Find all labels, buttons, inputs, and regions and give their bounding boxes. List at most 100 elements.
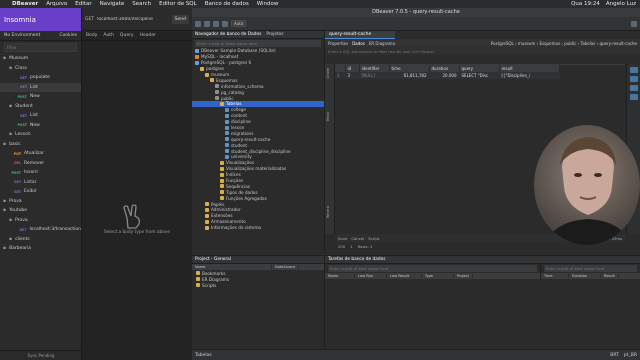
request-folder[interactable]: ▪ basic <box>0 140 81 150</box>
menu-search[interactable]: Search <box>132 1 151 7</box>
runs-col-duration[interactable]: Duration <box>569 274 601 278</box>
request-folder[interactable]: ▪ Youtube <box>0 206 81 216</box>
tab-body[interactable]: Body <box>86 33 97 38</box>
new-connection-icon[interactable] <box>195 20 201 27</box>
environment-select[interactable]: No Environment <box>4 33 40 38</box>
tasks-col-last-run[interactable]: Last Run <box>355 274 387 278</box>
request-folder[interactable]: ▪ clients <box>0 235 81 245</box>
table-cell[interactable]: 61,811,782 <box>389 72 430 79</box>
vtab-record[interactable]: Record <box>326 206 334 218</box>
request-item[interactable]: GET Exibir <box>0 187 81 197</box>
layout-icon[interactable] <box>629 94 638 100</box>
menu-navigate[interactable]: Navigate <box>100 1 125 7</box>
column-header[interactable]: id <box>345 65 360 72</box>
request-item[interactable]: GET localhost:3/transaction <box>0 225 81 235</box>
subtab-dados[interactable]: Dados <box>352 41 365 46</box>
subtab-properties[interactable]: Properties <box>328 41 348 46</box>
request-folder[interactable]: ▪ Class <box>0 64 81 74</box>
sql-filter-input[interactable]: Enter a SQL expression to filter results… <box>325 47 640 55</box>
crumb-table[interactable]: query-result-cache <box>599 41 637 46</box>
value-viewer-icon[interactable] <box>629 76 638 82</box>
table-cell[interactable]: 1 <box>335 72 346 79</box>
request-folder[interactable]: ▪ Museum <box>0 54 81 64</box>
request-folder[interactable]: ▪ Prova <box>0 216 81 226</box>
app-menu[interactable]: DBeaver <box>12 1 38 7</box>
table-cell[interactable]: 3 <box>345 72 360 79</box>
task-run-filter-input[interactable]: Enter a part of task name here <box>544 265 637 272</box>
crumb-tabelas[interactable]: Tabelas <box>580 41 595 46</box>
rollback-icon[interactable] <box>222 20 228 27</box>
request-folder[interactable]: ▪ Barbearia <box>0 244 81 254</box>
request-item[interactable]: GET Listar <box>0 178 81 188</box>
save-button[interactable]: Save <box>338 236 347 241</box>
vtab-texto[interactable]: Texto <box>326 112 334 121</box>
table-row[interactable]: 1 3 [NULL] 61,811,782 20.000 SELECT "Disc [{"D… <box>335 72 560 79</box>
search-icon[interactable] <box>631 20 637 27</box>
project-panel-title[interactable]: Project - General <box>195 257 231 262</box>
runs-col-result[interactable]: Result <box>601 274 619 278</box>
request-folder[interactable]: ▪ Prova <box>0 197 81 207</box>
tasks-col-type[interactable]: Type <box>422 274 454 278</box>
sql-editor-icon[interactable] <box>204 20 210 27</box>
request-item[interactable]: POST Inserir <box>0 168 81 178</box>
column-header[interactable]: result <box>499 65 560 72</box>
subtab-er-diagrama[interactable]: ER Diagrama <box>369 41 395 46</box>
navigator-node[interactable]: Informações do sistema <box>192 225 324 231</box>
script-button[interactable]: Script <box>368 236 379 241</box>
column-header[interactable]: duration <box>429 65 460 72</box>
column-header[interactable]: identifier <box>359 65 390 72</box>
tasks-panel-title[interactable]: Tarefas de banco de dados <box>328 257 385 262</box>
commit-icon[interactable] <box>213 20 219 27</box>
request-item[interactable]: GET List <box>0 82 81 92</box>
tab-navigator[interactable]: Navegador de banco de Dados <box>195 32 261 37</box>
tab-query[interactable]: Query <box>120 33 134 38</box>
col-datasource[interactable]: DataSource <box>272 265 300 269</box>
navigator-filter-input[interactable]: Enter a part of table name here <box>195 40 321 47</box>
menu-banco-de-dados[interactable]: Banco de dados <box>205 1 249 7</box>
project-scripts[interactable]: Scripts <box>192 282 324 288</box>
crumb-esquemas[interactable]: Esquemas <box>539 41 560 46</box>
transaction-mode-select[interactable]: Auto <box>231 20 247 27</box>
cookies-button[interactable]: Cookies <box>59 33 77 38</box>
tab-header[interactable]: Header <box>140 33 156 38</box>
method-select[interactable]: GET <box>85 17 94 22</box>
tab-auth[interactable]: Auth <box>103 33 114 38</box>
sync-status[interactable]: Sync Pending <box>0 350 82 360</box>
request-filter-input[interactable]: Filter <box>4 43 77 52</box>
user-name[interactable]: Angelo Luz <box>606 1 636 7</box>
vtab-grade[interactable]: Grade <box>326 68 334 79</box>
request-item[interactable]: GET List <box>0 111 81 121</box>
request-item[interactable]: POST New <box>0 121 81 131</box>
crumb-museum[interactable]: museum <box>518 41 535 46</box>
menu-arquivo[interactable]: Arquivo <box>46 1 67 7</box>
request-item[interactable]: PUT Atualizar <box>0 149 81 159</box>
tasks-col-project[interactable]: Project <box>454 274 473 278</box>
crumb-public[interactable]: public <box>564 41 576 46</box>
table-cell[interactable]: SELECT "Disc <box>459 72 500 79</box>
fetch-limit-input[interactable]: 200 <box>338 244 345 249</box>
request-folder[interactable]: ▪ Student <box>0 102 81 112</box>
workspace-title[interactable]: Insomnia <box>0 8 81 31</box>
grouping-icon[interactable] <box>629 85 638 91</box>
menu-window[interactable]: Window <box>257 1 279 7</box>
column-header[interactable] <box>335 65 346 72</box>
col-name[interactable]: Name <box>192 265 272 269</box>
send-button[interactable]: Send <box>171 14 189 24</box>
url-input[interactable]: localhost:3000/discipline <box>97 17 169 22</box>
tasks-col-last-result[interactable]: Last Result <box>387 274 422 278</box>
request-folder[interactable]: ▪ Lesson <box>0 130 81 140</box>
runs-col-time[interactable]: Time <box>541 274 569 278</box>
tasks-filter-input[interactable]: Enter a part of task name here <box>328 265 537 272</box>
menu-editor-sql[interactable]: Editor de SQL <box>159 1 197 7</box>
request-item[interactable]: GET populate <box>0 73 81 83</box>
table-cell[interactable]: [NULL] <box>359 72 390 79</box>
column-header[interactable]: time <box>389 65 430 72</box>
menu-editar[interactable]: Editar <box>75 1 91 7</box>
crumb-postgresql[interactable]: PostgreSQL <box>491 41 514 46</box>
request-item[interactable]: DEL Remover <box>0 159 81 169</box>
panels-icon[interactable] <box>629 67 638 73</box>
cancel-button[interactable]: Cancel <box>351 236 364 241</box>
column-header[interactable]: query <box>459 65 500 72</box>
tab-projects[interactable]: Projetos <box>266 32 283 37</box>
table-cell[interactable]: [{"Discipline_i <box>499 72 560 79</box>
